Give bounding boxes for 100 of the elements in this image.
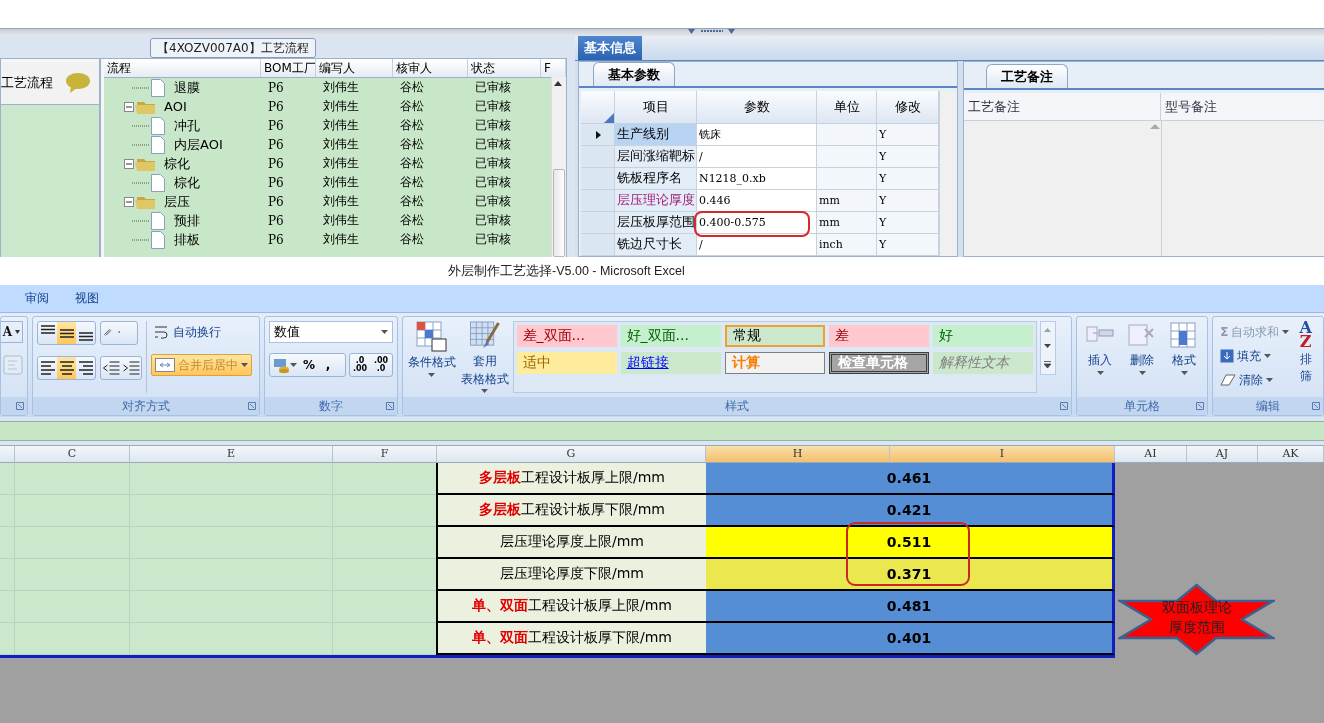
- table-cell: N1218_0.xb: [697, 168, 817, 190]
- table-cell-text: 谷松: [399, 136, 425, 153]
- table-cell-text: P6: [267, 232, 285, 247]
- align-top-icon: [40, 325, 55, 334]
- table-cell-text: 已审核: [474, 117, 512, 134]
- tree-item[interactable]: 退膜: [174, 78, 200, 97]
- table-cell: Y: [877, 124, 939, 146]
- column-header[interactable]: F: [333, 446, 437, 462]
- ribbon-tab[interactable]: 视图: [75, 290, 99, 307]
- table-cell: 多层板工程设计板厚上限/mm: [438, 463, 706, 495]
- column-header[interactable]: C: [15, 446, 130, 462]
- tree-item[interactable]: 棕化: [174, 173, 200, 192]
- tree-item[interactable]: 棕化: [164, 154, 190, 173]
- cells-button[interactable]: 插入: [1084, 321, 1117, 393]
- collapse-icon[interactable]: [124, 196, 134, 207]
- tab[interactable]: 工艺备注: [986, 64, 1068, 88]
- gallery-scrollbar[interactable]: [1039, 321, 1056, 375]
- wrap-text-button[interactable]: 自动换行: [151, 321, 252, 343]
- table-cell-text: P6: [267, 194, 285, 209]
- column-header: 流程: [104, 59, 261, 77]
- table-cell: 层压理论厚度: [615, 190, 697, 212]
- table-cell: 0.511: [706, 527, 1115, 559]
- fill-button[interactable]: 填充: [1217, 345, 1293, 367]
- decrease-decimal-button[interactable]: .00 .0: [370, 354, 392, 376]
- column-header: 单位: [817, 91, 877, 124]
- dialog-launcher-icon[interactable]: [385, 402, 394, 410]
- dotted-connector-icon: [132, 181, 150, 184]
- table-cell-text: 刘伟生: [322, 98, 360, 115]
- row-header[interactable]: [581, 124, 615, 146]
- cell-style-swatch[interactable]: 超链接: [620, 352, 721, 374]
- table-cell-text: 刘伟生: [322, 193, 360, 210]
- table-cell-text: P6: [267, 213, 285, 228]
- scrollbar[interactable]: [551, 77, 566, 257]
- decrease-indent-icon[interactable]: [101, 361, 121, 375]
- cell-style-swatch[interactable]: 好_双面...: [620, 325, 721, 347]
- caret-icon: [290, 363, 298, 367]
- formula-bar[interactable]: [0, 421, 1324, 441]
- align-left-icon: [40, 361, 55, 375]
- cell-style-swatch[interactable]: 差_双面...: [516, 325, 617, 347]
- caret-icon: [380, 330, 388, 334]
- panel-title: 【4XOZV007A0】工艺流程: [150, 38, 316, 58]
- sort-filter-button[interactable]: A Z 排 筛: [1298, 321, 1313, 393]
- dialog-launcher-icon[interactable]: [16, 402, 24, 410]
- table-cell-text: 刘伟生: [322, 155, 360, 172]
- table-cell: 多层板工程设计板厚下限/mm: [438, 495, 706, 527]
- cells-button[interactable]: 删除: [1126, 321, 1159, 393]
- column-header[interactable]: H: [706, 446, 890, 462]
- column-header[interactable]: AJ: [1187, 446, 1258, 462]
- column-header[interactable]: AK: [1258, 446, 1324, 462]
- select-all-button[interactable]: [581, 91, 615, 124]
- group-label: 样式: [725, 397, 749, 415]
- align-button[interactable]: [57, 357, 76, 379]
- align-button[interactable]: [57, 322, 76, 344]
- clear-button[interactable]: 清除: [1217, 369, 1293, 391]
- dialog-launcher-icon[interactable]: [1060, 402, 1069, 410]
- folder-icon: [134, 194, 156, 209]
- group-label: 编辑: [1256, 397, 1281, 415]
- cell-style-swatch[interactable]: 适中: [516, 352, 617, 374]
- shape-label: 双面板理论厚度范围: [1161, 598, 1233, 637]
- align-middle-icon: [59, 328, 74, 338]
- increase-indent-icon[interactable]: [121, 361, 141, 375]
- dialog-launcher-icon[interactable]: [1312, 402, 1320, 410]
- collapse-icon[interactable]: [124, 158, 134, 169]
- number-format-dropdown[interactable]: 数值: [268, 321, 393, 343]
- column-header[interactable]: AI: [1115, 446, 1187, 462]
- document-icon: [150, 173, 166, 192]
- tree-item[interactable]: 排板: [174, 230, 200, 249]
- tab[interactable]: 基本参数: [593, 62, 675, 86]
- cells-button[interactable]: 格式: [1168, 321, 1201, 393]
- table-format-button[interactable]: 套用 表格格式: [459, 321, 510, 393]
- font-size-button[interactable]: A: [1, 321, 23, 343]
- scrollbar[interactable]: [939, 91, 957, 256]
- corner-icon: [604, 113, 614, 123]
- tree-item[interactable]: 预排: [174, 211, 200, 230]
- cell-style-swatch[interactable]: 差: [828, 325, 929, 347]
- conditional-format-button[interactable]: 条件格式: [406, 321, 457, 393]
- panel-tab[interactable]: 基本信息: [578, 36, 642, 60]
- document-icon: [150, 116, 166, 135]
- tree-item[interactable]: 冲孔: [174, 116, 200, 135]
- percent-button[interactable]: %: [299, 354, 319, 376]
- splitter-handle[interactable]: [688, 29, 736, 35]
- column-header[interactable]: E: [130, 446, 333, 462]
- comma-button[interactable]: ,: [318, 354, 338, 376]
- more-icon: [1044, 360, 1052, 368]
- dialog-launcher-icon[interactable]: [247, 402, 256, 410]
- tree-item[interactable]: 内层AOI: [174, 135, 223, 154]
- cell-style-swatch[interactable]: 好: [932, 325, 1033, 347]
- dialog-launcher-icon[interactable]: [1196, 402, 1205, 410]
- cell-style-swatch[interactable]: 常规: [724, 325, 825, 347]
- folder-icon: [134, 156, 156, 171]
- table-cell: Y: [877, 212, 939, 234]
- column-header: 状态: [468, 59, 541, 77]
- column-header: 编写人: [316, 59, 393, 77]
- caret-icon: [15, 330, 20, 334]
- tree-item[interactable]: AOI: [164, 99, 187, 114]
- ribbon-tab[interactable]: 审阅: [25, 290, 49, 307]
- tree-item[interactable]: 层压: [164, 192, 190, 211]
- column-header[interactable]: I: [890, 446, 1115, 462]
- increase-decimal-button[interactable]: .0 .00: [349, 354, 371, 376]
- collapse-icon[interactable]: [124, 101, 134, 112]
